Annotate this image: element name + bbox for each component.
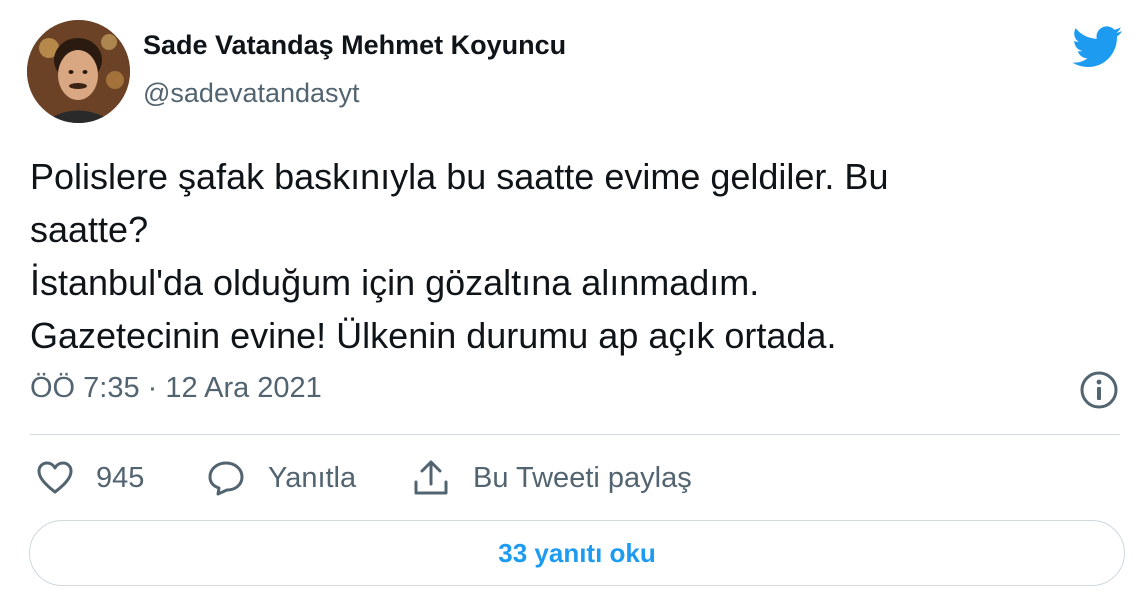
share-label: Bu Tweeti paylaş [473, 461, 692, 494]
like-button[interactable]: 945 [36, 455, 144, 501]
read-replies-button[interactable]: 33 yanıtı oku [29, 520, 1125, 586]
like-count: 945 [96, 461, 145, 494]
divider [30, 434, 1120, 435]
reply-bubble-icon [208, 461, 244, 496]
read-replies-label: 33 yanıtı oku [498, 537, 656, 568]
avatar[interactable] [27, 20, 130, 123]
tweet-card: Sade Vatandaş Mehmet Koyuncu @sadevatand… [0, 0, 1147, 611]
avatar-image [27, 20, 130, 123]
author-name[interactable]: Sade Vatandaş Mehmet Koyuncu [143, 30, 566, 61]
share-button[interactable]: Bu Tweeti paylaş [411, 455, 692, 501]
reply-label: Yanıtla [268, 461, 357, 494]
twitter-bird-icon[interactable] [1072, 26, 1123, 68]
share-icon [414, 460, 448, 495]
info-icon[interactable] [1078, 369, 1120, 411]
reply-button[interactable]: Yanıtla [206, 455, 356, 501]
heart-icon [37, 461, 73, 494]
tweet-timestamp[interactable]: ÖÖ 7:35 · 12 Ara 2021 [30, 372, 322, 405]
author-handle[interactable]: @sadevatandasyt [143, 78, 360, 109]
tweet-text: Polislere şafak baskınıyla bu saatte evi… [30, 156, 889, 356]
